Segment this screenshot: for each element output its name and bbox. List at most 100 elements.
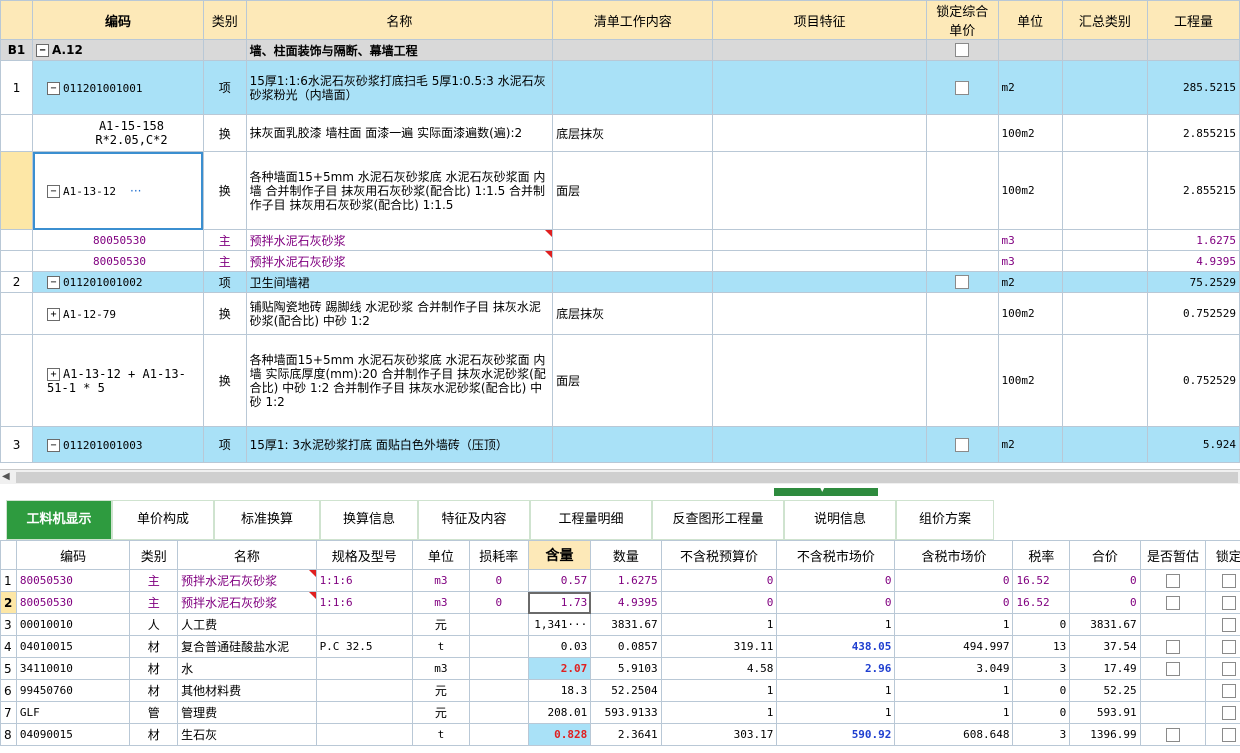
name-cell[interactable]: 15厚1: 3水泥砂浆打底 面贴白色外墙砖（压顶） [245, 426, 554, 463]
spec-cell[interactable] [315, 679, 414, 702]
market-price-cell[interactable]: 438.05 [776, 635, 896, 658]
lock-checkbox[interactable] [1221, 683, 1236, 698]
provisional-checkbox[interactable] [1166, 595, 1181, 610]
loss-cell[interactable] [468, 635, 529, 658]
category-cell[interactable]: 项 [202, 426, 247, 463]
code-cell[interactable]: −011201001003 [32, 426, 204, 463]
tab-features[interactable]: 特征及内容 [418, 500, 530, 540]
code-cell[interactable]: 80050530 [15, 591, 131, 614]
spec-cell[interactable] [315, 723, 414, 746]
budget-price-cell[interactable]: 303.17 [660, 723, 778, 746]
quantity-cell[interactable]: 4.9395 [1147, 250, 1240, 272]
lock-checkbox[interactable] [955, 275, 970, 290]
name-cell[interactable]: 铺贴陶瓷地砖 踢脚线 水泥砂浆 合并制作子目 抹灰水泥砂浆(配合比) 中砂 1:… [245, 292, 554, 335]
lock-checkbox[interactable] [1221, 595, 1236, 610]
unit-cell[interactable]: t [412, 635, 470, 658]
category-cell[interactable]: 主 [129, 569, 179, 592]
summary-cell[interactable] [1061, 39, 1149, 61]
loss-cell[interactable] [468, 723, 529, 746]
total-cell[interactable]: 1396.99 [1069, 723, 1141, 746]
unit-cell[interactable]: 元 [412, 679, 470, 702]
loss-cell[interactable] [468, 701, 529, 724]
summary-cell[interactable] [1061, 60, 1149, 115]
market-price-cell[interactable]: 1 [776, 613, 896, 636]
tab-notes[interactable]: 说明信息 [784, 500, 896, 540]
category-cell[interactable] [202, 39, 247, 61]
category-cell[interactable]: 项 [202, 60, 247, 115]
header-total[interactable]: 合价 [1069, 540, 1141, 570]
content-cell[interactable]: 1,341··· [527, 613, 592, 636]
summary-cell[interactable] [1061, 114, 1149, 152]
content-cell[interactable]: 底层抹灰 [552, 292, 714, 335]
budget-price-cell[interactable]: 0 [660, 569, 778, 592]
lock-cell[interactable] [925, 39, 999, 61]
unit-cell[interactable]: m3 [412, 569, 470, 592]
code-cell[interactable]: 80050530 [32, 250, 204, 272]
name-cell[interactable]: 水 [177, 657, 317, 680]
tax-rate-cell[interactable]: 3 [1012, 657, 1071, 680]
splitter-grip[interactable]: ▾ [774, 485, 878, 496]
quantity-cell[interactable]: 0.0857 [590, 635, 662, 658]
name-cell[interactable]: 管理费 [177, 701, 317, 724]
unit-cell[interactable]: m3 [412, 657, 470, 680]
code-cell[interactable]: 04010015 [15, 635, 131, 658]
total-cell[interactable]: 17.49 [1069, 657, 1141, 680]
collapse-icon[interactable]: − [47, 184, 61, 198]
header-unit[interactable]: 单位 [997, 0, 1063, 40]
name-cell[interactable]: 各种墙面15+5mm 水泥石灰砂浆底 水泥石灰砂浆面 内墙 实际底厚度(mm):… [245, 334, 554, 427]
header-budget-price[interactable]: 不含税预算价 [660, 540, 778, 570]
tab-pricing-scheme[interactable]: 组价方案 [896, 500, 994, 540]
category-cell[interactable]: 材 [129, 679, 179, 702]
lock-checkbox[interactable] [1221, 727, 1236, 742]
name-cell[interactable]: 复合普通硅酸盐水泥 [177, 635, 317, 658]
table-row[interactable]: 2 80050530 主 预拌水泥石灰砂浆 1:1:6 m3 0 1.73 4.… [0, 591, 1240, 614]
header-spec[interactable]: 规格及型号 [315, 540, 414, 570]
name-cell[interactable]: 卫生间墙裙 [245, 271, 554, 293]
header-lock-price[interactable]: 锁定综合单价 [925, 0, 999, 40]
spec-cell[interactable] [315, 657, 414, 680]
table-row[interactable]: 3 −011201001003 项 15厚1: 3水泥砂浆打底 面贴白色外墙砖（… [0, 426, 1240, 463]
table-row[interactable]: 1 80050530 主 预拌水泥石灰砂浆 1:1:6 m3 0 0.57 1.… [0, 569, 1240, 592]
spec-cell[interactable]: P.C 32.5 [315, 635, 414, 658]
lock-checkbox[interactable] [1221, 661, 1236, 676]
lock-cell[interactable] [1205, 591, 1240, 614]
total-cell[interactable]: 0 [1069, 591, 1141, 614]
more-icon[interactable]: ··· [130, 184, 141, 198]
content-cell[interactable]: 0.57 [527, 569, 592, 592]
unit-cell[interactable]: 100m2 [997, 151, 1063, 230]
category-cell[interactable]: 管 [129, 701, 179, 724]
tax-rate-cell[interactable]: 0 [1012, 701, 1071, 724]
summary-cell[interactable] [1061, 292, 1149, 335]
table-row[interactable]: + A1-12-79 换 铺贴陶瓷地砖 踢脚线 水泥砂浆 合并制作子目 抹灰水泥砂… [0, 292, 1240, 335]
quantity-cell[interactable]: 2.855215 [1147, 114, 1240, 152]
tax-market-price-cell[interactable]: 1 [894, 613, 1014, 636]
quantity-cell[interactable]: 0.752529 [1147, 292, 1240, 335]
feature-cell[interactable] [712, 151, 927, 230]
category-cell[interactable]: 换 [202, 292, 247, 335]
category-cell[interactable]: 材 [129, 657, 179, 680]
loss-cell[interactable] [468, 613, 529, 636]
tax-market-price-cell[interactable]: 1 [894, 679, 1014, 702]
lock-checkbox[interactable] [955, 43, 970, 58]
code-cell[interactable]: −011201001002 [32, 271, 204, 293]
category-cell[interactable]: 主 [202, 250, 247, 272]
unit-cell[interactable]: m3 [997, 250, 1063, 272]
code-cell[interactable]: 04090015 [15, 723, 131, 746]
lock-cell[interactable] [1205, 613, 1240, 636]
provisional-checkbox[interactable] [1166, 727, 1181, 742]
unit-cell[interactable]: 元 [412, 613, 470, 636]
market-price-cell[interactable]: 2.96 [776, 657, 896, 680]
header-name[interactable]: 名称 [245, 0, 554, 40]
table-row[interactable]: 4 04010015 材 复合普通硅酸盐水泥 P.C 32.5 t 0.03 0… [0, 635, 1240, 658]
loss-cell[interactable] [468, 657, 529, 680]
header-market-price[interactable]: 不含税市场价 [776, 540, 896, 570]
category-cell[interactable]: 主 [129, 591, 179, 614]
tax-market-price-cell[interactable]: 494.997 [894, 635, 1014, 658]
code-cell[interactable]: 80050530 [32, 229, 204, 251]
category-cell[interactable]: 人 [129, 613, 179, 636]
header-category[interactable]: 类别 [129, 540, 179, 570]
spec-cell[interactable] [315, 701, 414, 724]
code-cell[interactable]: −011201001001 [32, 60, 204, 115]
quantity-cell[interactable]: 593.9133 [590, 701, 662, 724]
unit-cell[interactable]: 元 [412, 701, 470, 724]
